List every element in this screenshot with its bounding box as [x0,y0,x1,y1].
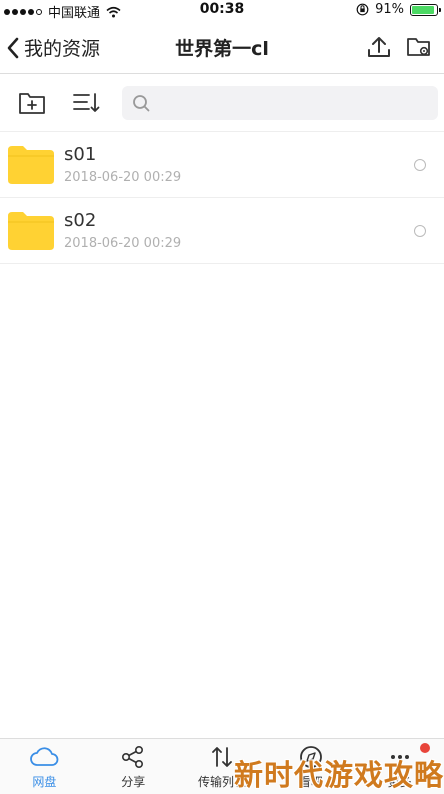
file-date: 2018-06-20 00:29 [64,236,182,251]
tab-label: 分享 [121,775,146,789]
list-item[interactable]: s02 2018-06-20 00:29 [0,198,444,264]
search-box[interactable] [122,86,438,120]
upload-icon[interactable] [366,34,392,60]
file-name: s01 [64,144,97,165]
search-input[interactable] [158,95,438,111]
select-checkbox[interactable] [414,159,426,171]
file-date: 2018-06-20 00:29 [64,170,182,185]
watermark-text: 新时代游戏攻略 [234,758,444,792]
tab-share[interactable]: 分享 [89,739,178,794]
tab-label: 网盘 [32,775,57,789]
battery-group: 91% [356,2,441,17]
battery-percent: 91% [375,2,404,17]
file-toolbar [0,74,444,132]
list-item[interactable]: s01 2018-06-20 00:29 [0,132,444,198]
file-list: s01 2018-06-20 00:29 s02 2018-06-20 00:2… [0,132,444,264]
nav-bar: 我的资源 世界第一cl [0,22,444,74]
folder-settings-icon[interactable] [406,34,432,60]
share-icon [122,745,144,769]
file-name: s02 [64,210,97,231]
folder-icon [8,212,54,250]
folder-icon [8,146,54,184]
transfer-icon [212,747,232,767]
new-folder-icon[interactable] [18,90,46,116]
orientation-lock-icon [356,3,369,16]
search-icon [133,95,150,112]
battery-icon [410,3,441,16]
status-bar: 中国联通 00:38 91% [0,0,444,21]
tab-netdisk[interactable]: 网盘 [0,739,89,794]
select-checkbox[interactable] [414,225,426,237]
cloud-icon [30,747,59,766]
sort-icon[interactable] [72,90,100,116]
